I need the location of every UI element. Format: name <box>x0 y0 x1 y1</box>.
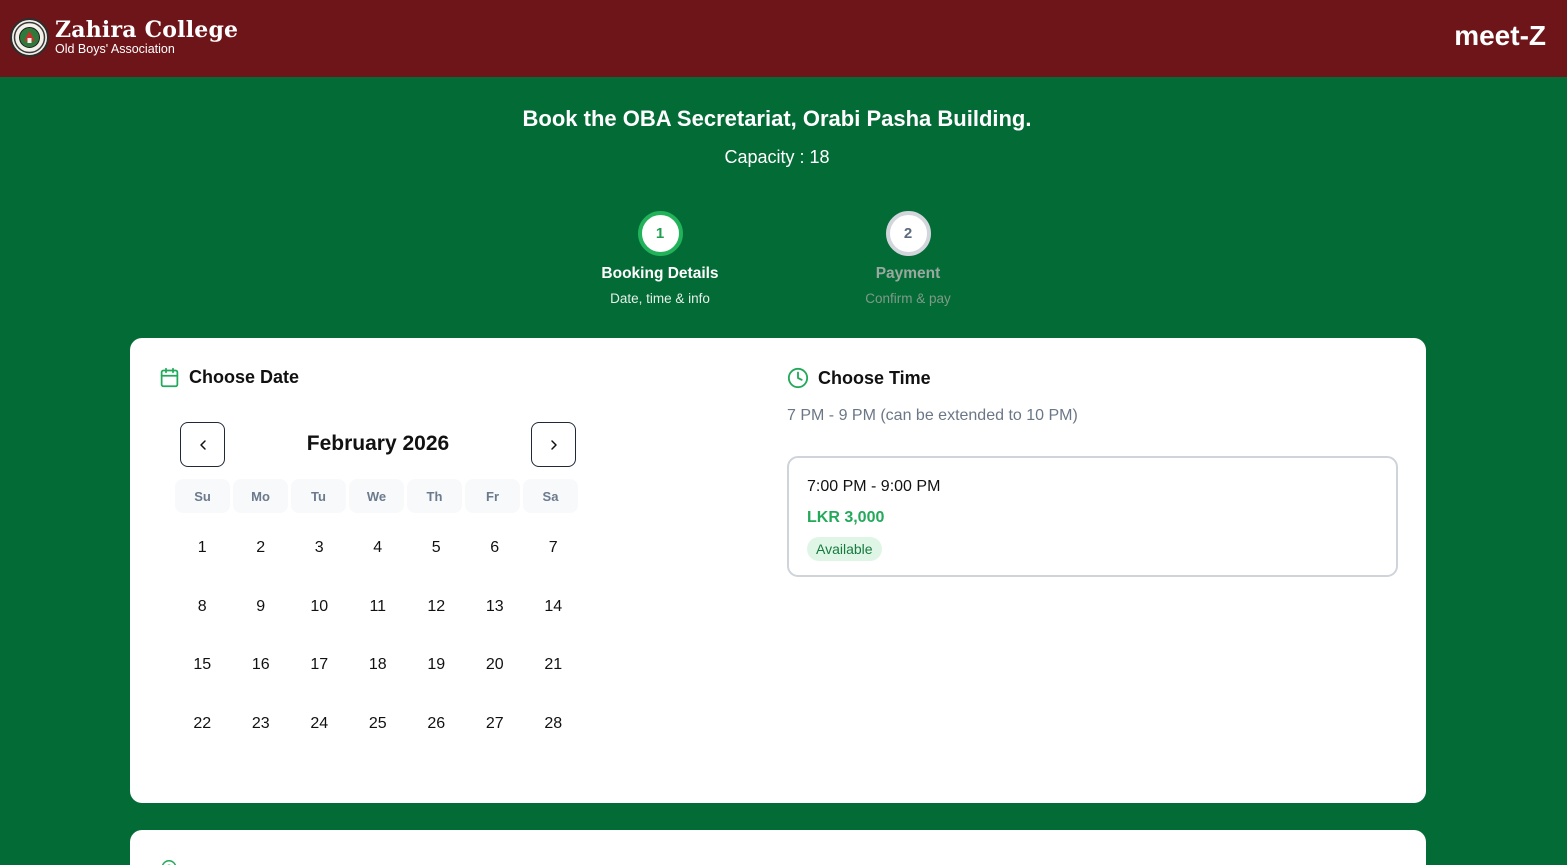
calendar-day[interactable]: 15 <box>173 636 232 695</box>
step-description: Confirm & pay <box>865 291 951 306</box>
chevron-right-icon <box>550 439 557 450</box>
choose-date-title: Choose Date <box>189 367 300 387</box>
page-title: Book the OBA Secretariat, Orabi Pasha Bu… <box>522 106 1032 131</box>
choose-time-header: Choose Time <box>787 367 931 389</box>
step-title: Booking Details <box>601 265 719 282</box>
app-name[interactable]: meet-Z <box>1454 20 1546 52</box>
weekday-label: Mo <box>233 479 288 513</box>
choose-time-title: Choose Time <box>818 367 931 388</box>
calendar-day[interactable]: 21 <box>524 636 583 695</box>
previous-month-button[interactable] <box>180 422 225 467</box>
brand-name: Zahira College <box>55 17 239 43</box>
college-crest-logo[interactable] <box>10 18 49 57</box>
weekday-label: Su <box>175 479 230 513</box>
calendar-days-grid: 1 2 3 4 5 6 7 8 9 10 11 12 13 14 15 16 1… <box>173 519 583 753</box>
calendar-day[interactable]: 2 <box>232 519 291 578</box>
calendar-day[interactable]: 19 <box>407 636 466 695</box>
clock-icon <box>787 367 809 389</box>
next-month-button[interactable] <box>531 422 576 467</box>
step-description: Date, time & info <box>610 291 710 306</box>
calendar-day[interactable]: 12 <box>407 578 466 637</box>
top-header: Zahira College Old Boys' Association mee… <box>0 0 1567 77</box>
brand-subtitle: Old Boys' Association <box>55 42 175 56</box>
capacity-label: Capacity : 18 <box>724 147 830 167</box>
calendar-day[interactable]: 16 <box>232 636 291 695</box>
calendar-day[interactable]: 26 <box>407 695 466 754</box>
slot-time: 7:00 PM - 9:00 PM <box>807 478 941 495</box>
calendar-day[interactable]: 28 <box>524 695 583 754</box>
calendar-day[interactable]: 10 <box>290 578 349 637</box>
calendar-day[interactable]: 3 <box>290 519 349 578</box>
calendar-day[interactable]: 9 <box>232 578 291 637</box>
step-booking-details[interactable]: 1 Booking Details Date, time & info <box>560 211 760 306</box>
calendar-day[interactable]: 17 <box>290 636 349 695</box>
weekday-label: We <box>349 479 404 513</box>
calendar-day[interactable]: 6 <box>466 519 525 578</box>
calendar-day[interactable]: 14 <box>524 578 583 637</box>
availability-badge: Available <box>807 537 882 561</box>
time-window-note: 7 PM - 9 PM (can be extended to 10 PM) <box>787 407 1078 424</box>
calendar-day[interactable]: 18 <box>349 636 408 695</box>
calendar-day[interactable]: 11 <box>349 578 408 637</box>
calendar-day[interactable]: 24 <box>290 695 349 754</box>
calendar-day[interactable]: 4 <box>349 519 408 578</box>
calendar-day[interactable]: 25 <box>349 695 408 754</box>
calendar-day[interactable]: 23 <box>232 695 291 754</box>
choose-date-header: Choose Date <box>159 367 299 388</box>
step-number-badge: 1 <box>637 211 683 256</box>
map-pin-icon <box>161 860 177 865</box>
month-label: February 2026 <box>306 432 450 455</box>
calendar-day[interactable]: 27 <box>466 695 525 754</box>
calendar-day[interactable]: 13 <box>466 578 525 637</box>
step-number-badge: 2 <box>885 211 931 256</box>
weekday-label: Th <box>407 479 462 513</box>
calendar-day[interactable]: 8 <box>173 578 232 637</box>
calendar-day[interactable]: 1 <box>173 519 232 578</box>
weekday-header-row: Su Mo Tu We Th Fr Sa <box>175 479 578 513</box>
calendar-day[interactable]: 20 <box>466 636 525 695</box>
calendar-icon <box>160 367 179 388</box>
calendar-day[interactable]: 22 <box>173 695 232 754</box>
time-slot-card[interactable]: 7:00 PM - 9:00 PM LKR 3,000 Available <box>787 456 1398 577</box>
step-title: Payment <box>875 265 941 282</box>
next-section-card <box>130 830 1426 865</box>
calendar-day[interactable]: 7 <box>524 519 583 578</box>
slot-price: LKR 3,000 <box>807 509 885 526</box>
step-payment[interactable]: 2 Payment Confirm & pay <box>808 211 1008 306</box>
calendar-day[interactable]: 5 <box>407 519 466 578</box>
weekday-label: Fr <box>465 479 520 513</box>
booking-details-card: Choose Date February 2026 Su Mo Tu We Th… <box>130 338 1426 803</box>
weekday-label: Tu <box>291 479 346 513</box>
weekday-label: Sa <box>523 479 578 513</box>
chevron-left-icon <box>199 439 206 450</box>
